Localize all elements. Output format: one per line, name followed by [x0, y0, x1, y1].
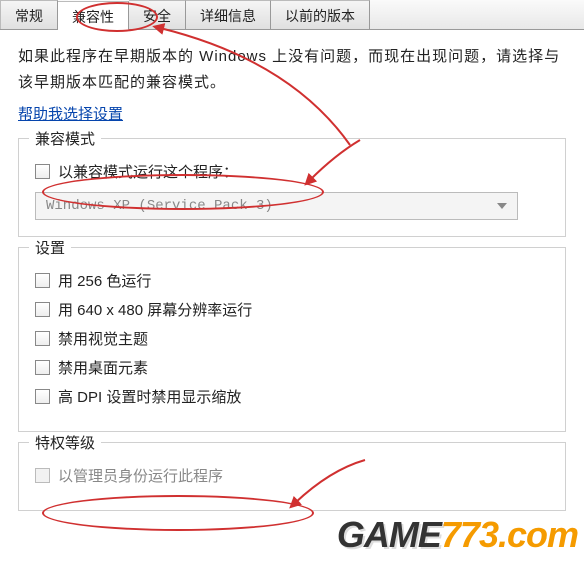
label-disable-theme: 禁用视觉主题	[58, 328, 148, 349]
watermark: GAME773.com	[337, 514, 578, 556]
tab-details[interactable]: 详细信息	[186, 0, 271, 29]
group-privilege-title: 特权等级	[29, 432, 101, 453]
watermark-part-b: 773.com	[441, 514, 578, 555]
tab-general[interactable]: 常规	[0, 0, 58, 29]
tab-security[interactable]: 安全	[129, 0, 186, 29]
group-compat-mode: 兼容模式 以兼容模式运行这个程序： Windows XP (Service Pa…	[18, 138, 566, 237]
tab-bar: 常规 兼容性 安全 详细信息 以前的版本	[0, 0, 584, 30]
group-settings-title: 设置	[29, 237, 71, 258]
dropdown-os-version[interactable]: Windows XP (Service Pack 3)	[35, 192, 518, 220]
group-settings: 设置 用 256 色运行 用 640 x 480 屏幕分辨率运行 禁用视觉主题 …	[18, 247, 566, 432]
checkbox-icon	[35, 360, 50, 375]
label-disable-desktop: 禁用桌面元素	[58, 357, 148, 378]
checkbox-icon	[35, 331, 50, 346]
group-compat-title: 兼容模式	[29, 128, 101, 149]
row-high-dpi[interactable]: 高 DPI 设置时禁用显示缩放	[35, 386, 549, 407]
help-link[interactable]: 帮助我选择设置	[18, 103, 123, 124]
checkbox-icon	[35, 302, 50, 317]
row-run-as-admin[interactable]: 以管理员身份运行此程序	[35, 465, 549, 486]
checkbox-icon	[35, 468, 50, 483]
row-256-color[interactable]: 用 256 色运行	[35, 270, 549, 291]
label-high-dpi: 高 DPI 设置时禁用显示缩放	[58, 386, 241, 407]
watermark-part-a: GAME	[337, 514, 441, 555]
row-disable-desktop[interactable]: 禁用桌面元素	[35, 357, 549, 378]
row-run-compat[interactable]: 以兼容模式运行这个程序：	[35, 161, 549, 182]
tab-compatibility[interactable]: 兼容性	[58, 1, 129, 30]
label-run-as-admin: 以管理员身份运行此程序	[58, 465, 223, 486]
tab-content: 如果此程序在早期版本的 Windows 上没有问题，而现在出现问题，请选择与该早…	[0, 30, 584, 525]
checkbox-icon	[35, 389, 50, 404]
chevron-down-icon	[497, 203, 507, 209]
row-disable-theme[interactable]: 禁用视觉主题	[35, 328, 549, 349]
dropdown-value: Windows XP (Service Pack 3)	[46, 198, 273, 214]
intro-text: 如果此程序在早期版本的 Windows 上没有问题，而现在出现问题，请选择与该早…	[18, 44, 566, 95]
group-privilege: 特权等级 以管理员身份运行此程序	[18, 442, 566, 511]
checkbox-icon	[35, 164, 50, 179]
label-256-color: 用 256 色运行	[58, 270, 151, 291]
tab-previous-versions[interactable]: 以前的版本	[271, 0, 370, 29]
row-640x480[interactable]: 用 640 x 480 屏幕分辨率运行	[35, 299, 549, 320]
label-640x480: 用 640 x 480 屏幕分辨率运行	[58, 299, 252, 320]
label-run-compat: 以兼容模式运行这个程序：	[58, 161, 238, 182]
checkbox-icon	[35, 273, 50, 288]
